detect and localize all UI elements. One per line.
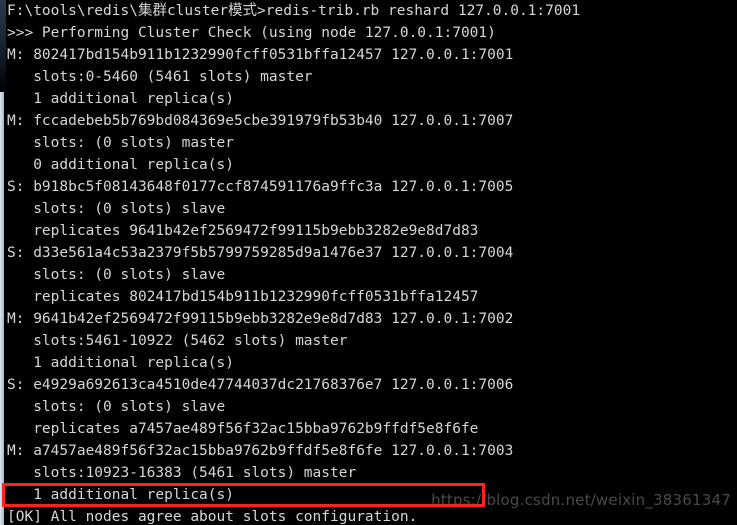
console-line-node-7004-slots: slots: (0 slots) slave bbox=[7, 267, 226, 283]
console-line-node-7006: S: e4929a692613ca4510de47744037dc2176837… bbox=[7, 377, 514, 393]
console-line-node-7006-replicates: replicates a7457ae489f56f32ac15bba9762b9… bbox=[7, 421, 479, 437]
console-line-node-7001: M: 802417bd154b911b1232990fcff0531bffa12… bbox=[7, 47, 514, 63]
console-line-node-7007-slots: slots: (0 slots) master bbox=[7, 135, 234, 151]
console-line-node-7004: S: d33e561a4c53a2379f5b5799759285d9a1476… bbox=[7, 245, 514, 261]
console-line-node-7002-replicas: 1 additional replica(s) bbox=[7, 355, 234, 371]
watermark-text: https://blog.csdn.net/weixin_38361347 bbox=[431, 491, 731, 509]
console-line-node-7005: S: b918bc5f08143648f0177ccf874591176a9ff… bbox=[7, 179, 514, 195]
console-line-node-7002: M: 9641b42ef2569472f99115b9ebb3282e9e8d7… bbox=[7, 311, 514, 327]
console-line-node-7001-replicas: 1 additional replica(s) bbox=[7, 91, 234, 107]
console-line-performing-cluster-check: >>> Performing Cluster Check (using node… bbox=[7, 25, 496, 41]
console-line-prompt-command: F:\tools\redis\集群cluster模式>redis-trib.rb… bbox=[7, 3, 581, 19]
console-line-node-7003-slots: slots:10923-16383 (5461 slots) master bbox=[7, 465, 357, 481]
terminal-window[interactable]: F:\tools\redis\集群cluster模式>redis-trib.rb… bbox=[0, 0, 737, 525]
console-line-node-7006-slots: slots: (0 slots) slave bbox=[7, 399, 226, 415]
console-output[interactable]: F:\tools\redis\集群cluster模式>redis-trib.rb… bbox=[6, 0, 737, 525]
console-line-node-7002-slots: slots:5461-10922 (5462 slots) master bbox=[7, 333, 348, 349]
console-line-node-7001-slots: slots:0-5460 (5461 slots) master bbox=[7, 69, 313, 85]
console-line-node-7004-replicates: replicates 802417bd154b911b1232990fcff05… bbox=[7, 289, 479, 305]
console-line-node-7005-slots: slots: (0 slots) slave bbox=[7, 201, 226, 217]
console-line-node-7007-replicas: 0 additional replica(s) bbox=[7, 157, 234, 173]
console-line-node-7003: M: a7457ae489f56f32ac15bba9762b9ffdf5e8f… bbox=[7, 443, 514, 459]
window-corner-shading bbox=[0, 0, 6, 92]
console-line-node-7005-replicates: replicates 9641b42ef2569472f99115b9ebb32… bbox=[7, 223, 479, 239]
console-line-node-7007: M: fccadebeb5b769bd084369e5cbe391979fb53… bbox=[7, 113, 514, 129]
